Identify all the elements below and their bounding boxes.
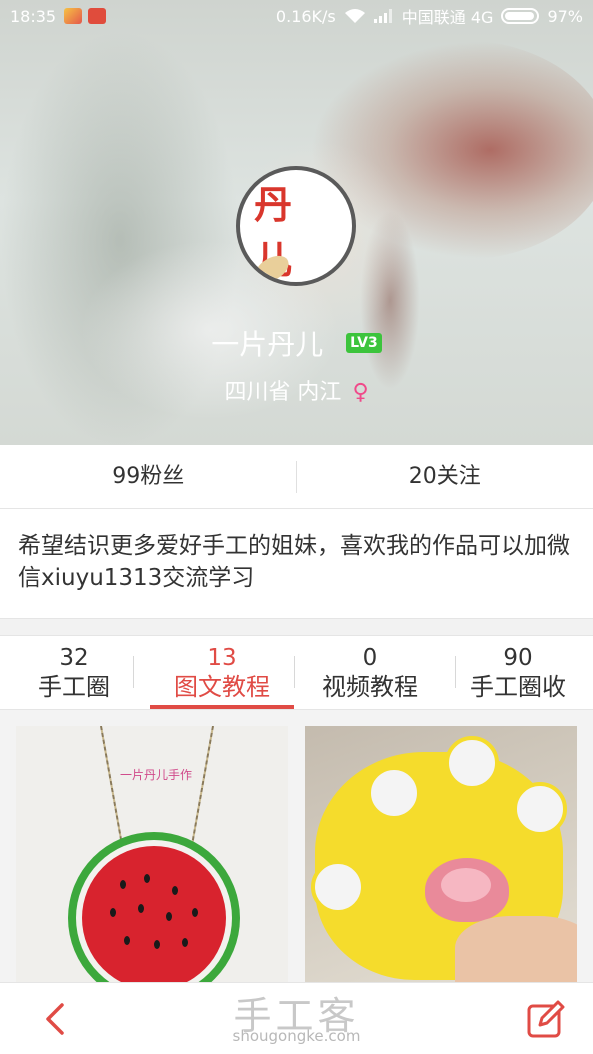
signal-icon — [373, 9, 392, 23]
status-bar: 18:35 0.16K/s 中国联通 4G 97% — [0, 0, 593, 32]
tab-tutorials[interactable]: 13 图文教程 — [148, 636, 296, 709]
avatar[interactable]: 丹 儿 — [236, 166, 356, 286]
seed — [110, 908, 116, 917]
wifi-icon — [344, 9, 365, 23]
seed — [172, 886, 178, 895]
paw-toe — [311, 860, 365, 914]
paw-toe — [367, 766, 421, 820]
following-count[interactable]: 20关注 — [297, 445, 593, 508]
bottom-toolbar: 手工客 shougongke.com — [0, 982, 593, 1054]
content-tabs: 32 手工圈 13 图文教程 0 视频教程 90 手工圈收 — [0, 636, 593, 710]
bio-text: 希望结识更多爱好手工的姐妹，喜欢我的作品可以加微信xiuyu1313交流学习 — [0, 510, 593, 618]
seed — [124, 936, 130, 945]
level-badge: LV3 — [346, 333, 382, 353]
paw-pad-inner — [441, 868, 491, 902]
tab-divider — [294, 656, 295, 688]
seed — [154, 940, 160, 949]
username-row: 一片丹儿 LV3 — [0, 323, 593, 363]
tab-circle[interactable]: 32 手工圈 — [0, 636, 148, 709]
follow-stats: 99粉丝 20关注 — [0, 445, 593, 509]
tab-label: 手工圈收 — [470, 673, 566, 701]
carrier-label: 中国联通 4G — [401, 8, 494, 27]
seed — [166, 912, 172, 921]
tab-divider — [133, 656, 134, 688]
profile-header: 18:35 0.16K/s 中国联通 4G 97% 丹 儿 一片丹儿 LV3 四 — [0, 0, 593, 445]
tutorial-card[interactable]: 一片丹儿手作 — [16, 726, 288, 982]
tutorial-grid: 一片丹儿手作 — [0, 710, 593, 982]
tab-divider — [455, 656, 456, 688]
stats-divider — [296, 461, 297, 493]
status-time: 18:35 — [10, 6, 57, 26]
notification-app-icon — [64, 8, 83, 24]
watermark-site: shougongke.com — [232, 1027, 361, 1045]
seed — [138, 904, 144, 913]
tab-count: 32 — [59, 645, 89, 671]
section-divider — [0, 618, 593, 636]
seed — [192, 908, 198, 917]
network-speed: 0.16K/s — [275, 6, 336, 26]
watermelon-flesh — [82, 846, 226, 982]
seed — [182, 938, 188, 947]
card-brand-label: 一片丹儿手作 — [120, 768, 193, 782]
paw-toe — [445, 736, 499, 790]
tab-count: 13 — [207, 645, 237, 671]
paw-toe — [513, 782, 567, 836]
battery-percent: 97% — [547, 6, 583, 26]
tab-label: 视频教程 — [322, 673, 418, 701]
tab-label: 图文教程 — [174, 673, 270, 701]
notification-app-icon — [88, 8, 107, 24]
seed — [120, 880, 126, 889]
tutorial-card[interactable] — [305, 726, 577, 982]
location-text: 四川省 内江 — [224, 380, 342, 405]
hand — [455, 916, 577, 982]
edit-icon[interactable] — [526, 999, 566, 1039]
status-right: 0.16K/s 中国联通 4G 97% — [276, 4, 583, 28]
seed — [144, 874, 150, 883]
tab-videos[interactable]: 0 视频教程 — [296, 636, 444, 709]
tab-count: 90 — [503, 645, 533, 671]
female-icon: ♀ — [352, 380, 369, 405]
battery-icon — [501, 8, 540, 24]
tab-label: 手工圈 — [38, 673, 110, 701]
username: 一片丹儿 — [211, 328, 324, 361]
location-row: 四川省 内江 ♀ — [0, 374, 593, 406]
fans-count[interactable]: 99粉丝 — [0, 445, 297, 508]
tab-favorites[interactable]: 90 手工圈收 — [444, 636, 592, 709]
tab-count: 0 — [362, 645, 378, 671]
